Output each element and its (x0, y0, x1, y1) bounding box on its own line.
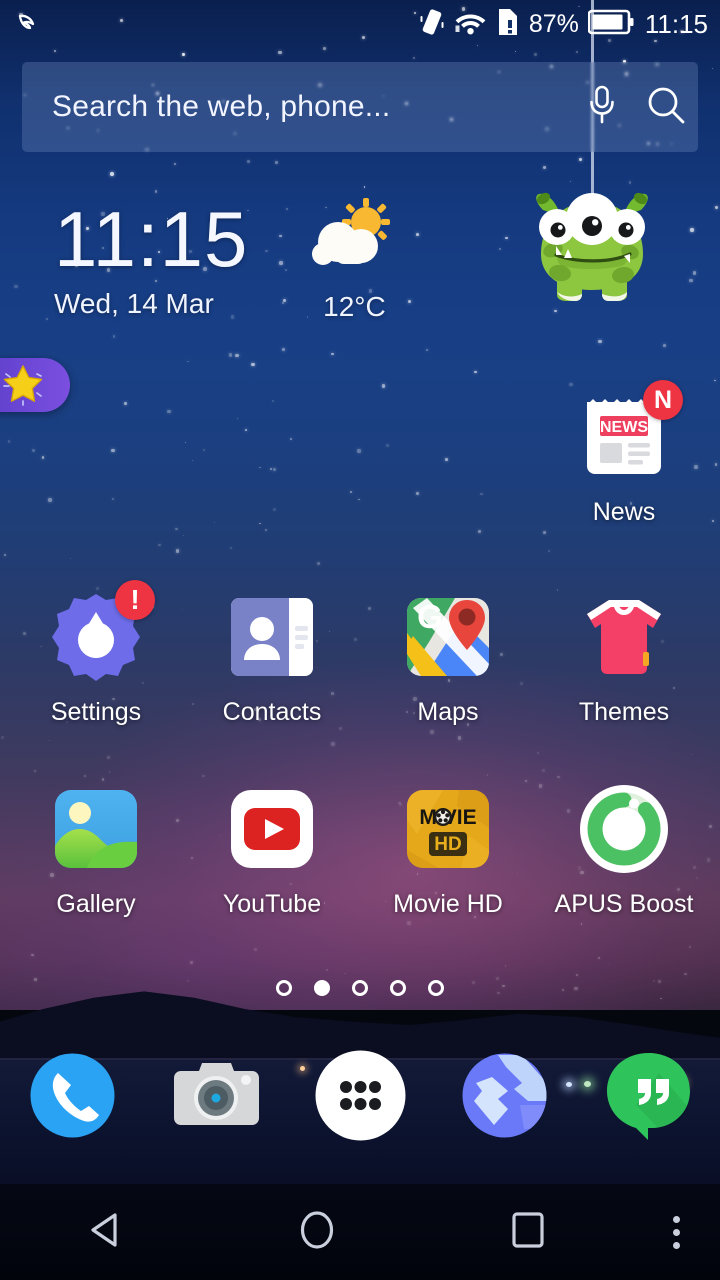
app-contacts[interactable]: Contacts (182, 588, 362, 727)
status-bar-right: 87% 11:15 (419, 7, 720, 42)
maps-icon: G (399, 588, 497, 686)
app-label-gallery: Gallery (56, 890, 136, 918)
nav-menu-button[interactable] (634, 1184, 720, 1280)
nav-recents-button[interactable] (423, 1184, 634, 1280)
app-label-news: News (592, 498, 656, 526)
app-movie-hd[interactable]: M VIE HD Movie HD (358, 780, 538, 919)
svg-text:NEWS: NEWS (600, 419, 648, 436)
sun-behind-cloud-icon (306, 196, 402, 277)
search-input[interactable]: Search the web, phone... (52, 90, 570, 124)
app-news[interactable]: NEWS N News (534, 380, 714, 527)
widget-date: Wed, 14 Mar (54, 288, 214, 319)
overflow-menu-icon (673, 1215, 681, 1249)
app-label-themes: Themes (578, 698, 670, 726)
dock-camera[interactable] (164, 1043, 269, 1148)
news-icon: NEWS N (575, 380, 683, 486)
app-label-contacts: Contacts (222, 698, 322, 726)
dock-app-drawer[interactable] (308, 1043, 413, 1148)
contacts-icon (223, 588, 321, 686)
svg-text:HD: HD (434, 834, 461, 855)
dock-browser[interactable] (452, 1043, 557, 1148)
nav-home-button[interactable] (211, 1184, 422, 1280)
star-shortcut-tab[interactable] (0, 358, 70, 412)
search-bar[interactable]: Search the web, phone... (22, 62, 698, 152)
badge-news: N (643, 380, 683, 420)
page-dot[interactable] (276, 980, 292, 996)
youtube-icon (223, 780, 321, 878)
app-label-youtube: YouTube (222, 890, 322, 918)
vibrate-icon (419, 7, 445, 42)
app-youtube[interactable]: YouTube (182, 780, 362, 919)
navigation-bar (0, 1184, 720, 1280)
green-monster-icon[interactable] (527, 178, 657, 308)
dock-phone[interactable] (20, 1043, 125, 1148)
search-icon (645, 84, 687, 131)
star-icon (0, 360, 46, 411)
app-label-maps: Maps (417, 698, 479, 726)
app-label-settings: Settings (50, 698, 142, 726)
gallery-icon (47, 780, 145, 878)
page-dot[interactable] (390, 980, 406, 996)
back-triangle-icon (83, 1207, 129, 1258)
status-bar: 87% 11:15 (0, 0, 720, 48)
badge-settings: ! (115, 580, 155, 620)
app-maps[interactable]: G Maps (358, 588, 538, 727)
svg-text:G: G (417, 598, 443, 635)
status-bar-clock: 11:15 (644, 8, 708, 39)
app-label-movie-hd: Movie HD (393, 890, 503, 918)
weather-block[interactable]: 12°C (306, 196, 402, 323)
microphone-icon (585, 83, 619, 132)
apus-boost-icon (575, 780, 673, 878)
sim-card-alert-icon (496, 7, 520, 42)
apus-swallow-icon (14, 7, 44, 42)
widget-time: 11:15 (54, 195, 249, 283)
app-settings[interactable]: ! Settings (6, 580, 186, 727)
app-label-apus-boost: APUS Boost (554, 890, 694, 918)
status-bar-left (0, 7, 44, 42)
app-themes[interactable]: Themes (534, 588, 714, 727)
page-dot[interactable] (428, 980, 444, 996)
clock-block[interactable]: 11:15 Wed, 14 Mar (54, 196, 248, 320)
voice-search-button[interactable] (570, 83, 634, 132)
dock-messages[interactable] (596, 1043, 701, 1148)
wifi-icon (454, 8, 487, 41)
themes-icon (575, 588, 673, 686)
settings-icon: ! (47, 580, 155, 686)
home-circle-icon (294, 1207, 340, 1258)
battery-percent: 87% (528, 9, 579, 38)
recents-square-icon (505, 1207, 551, 1258)
page-dot[interactable] (352, 980, 368, 996)
clock-weather-widget[interactable]: 11:15 Wed, 14 Mar 12°C (54, 196, 484, 323)
page-indicator[interactable] (0, 973, 720, 1003)
battery-icon (587, 9, 634, 40)
nav-back-button[interactable] (0, 1184, 211, 1280)
movie-hd-icon: M VIE HD (399, 780, 497, 878)
page-dot-active[interactable] (314, 980, 330, 996)
home-screen: 87% 11:15 Search the web, phone... 11:15… (0, 0, 720, 1280)
app-gallery[interactable]: Gallery (6, 780, 186, 919)
widget-temperature: 12°C (323, 291, 386, 322)
search-submit-button[interactable] (634, 84, 698, 131)
dock (0, 1040, 720, 1150)
app-apus-boost[interactable]: APUS Boost (534, 780, 714, 919)
